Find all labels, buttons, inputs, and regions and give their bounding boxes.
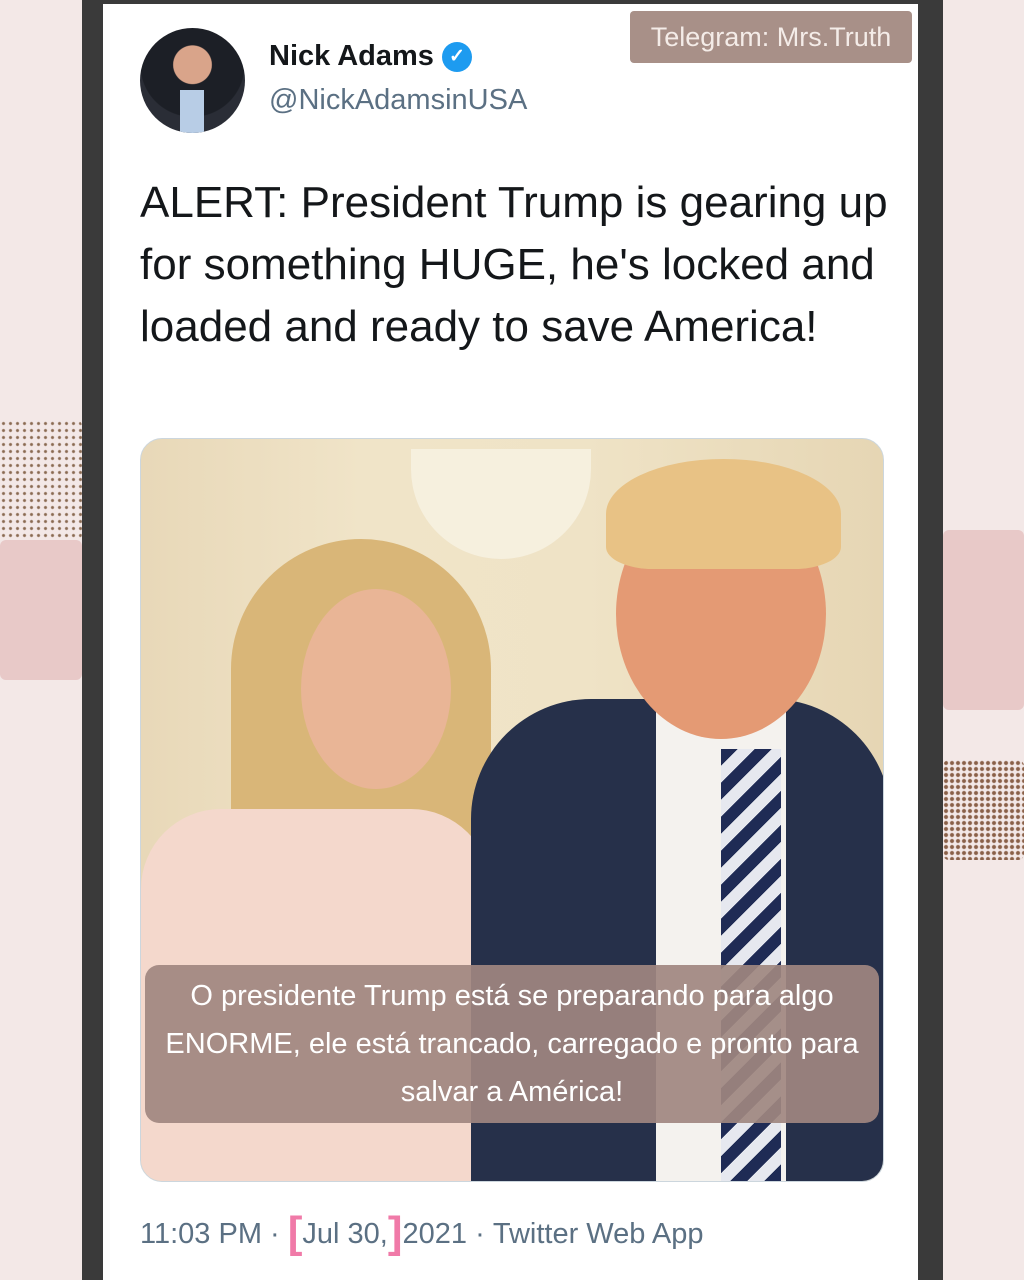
image-caption: O presidente Trump está se preparando pa… xyxy=(145,965,879,1123)
verified-badge-icon: ✓ xyxy=(441,41,472,72)
author-handle[interactable]: @NickAdamsinUSA xyxy=(269,84,527,117)
tweet-card: Nick Adams ✓ @NickAdamsinUSA Telegram: M… xyxy=(103,4,918,1280)
decorative-glitter-right xyxy=(943,760,1024,860)
tweet-text: ALERT: President Trump is gearing up for… xyxy=(140,178,888,351)
decorative-glitter-left xyxy=(0,420,82,540)
avatar[interactable] xyxy=(140,28,245,133)
tweet-year[interactable]: 2021 xyxy=(403,1218,468,1251)
tweet-meta: 11:03 PM · [ Jul 30, ] 2021 · Twitter We… xyxy=(140,1208,704,1257)
photo-man-hair xyxy=(606,459,841,569)
telegram-watermark: Telegram: Mrs.Truth xyxy=(630,11,912,63)
tweet-photo[interactable]: O presidente Trump está se preparando pa… xyxy=(140,438,884,1182)
highlight-bracket-right: ] xyxy=(387,1208,403,1257)
decorative-swatch-left xyxy=(0,540,82,680)
separator: · xyxy=(261,1218,288,1250)
separator: · xyxy=(467,1218,493,1250)
highlight-bracket-left: [ xyxy=(287,1208,303,1257)
decorative-swatch-right xyxy=(943,530,1024,710)
chandelier xyxy=(411,449,591,559)
tweet-date[interactable]: Jul 30, xyxy=(302,1218,387,1251)
author-name[interactable]: Nick Adams ✓ xyxy=(269,40,472,73)
photo-woman-face xyxy=(301,589,451,789)
author-name-text: Nick Adams xyxy=(269,40,434,72)
tweet-time[interactable]: 11:03 PM xyxy=(140,1218,262,1251)
tweet-source[interactable]: Twitter Web App xyxy=(493,1218,704,1251)
